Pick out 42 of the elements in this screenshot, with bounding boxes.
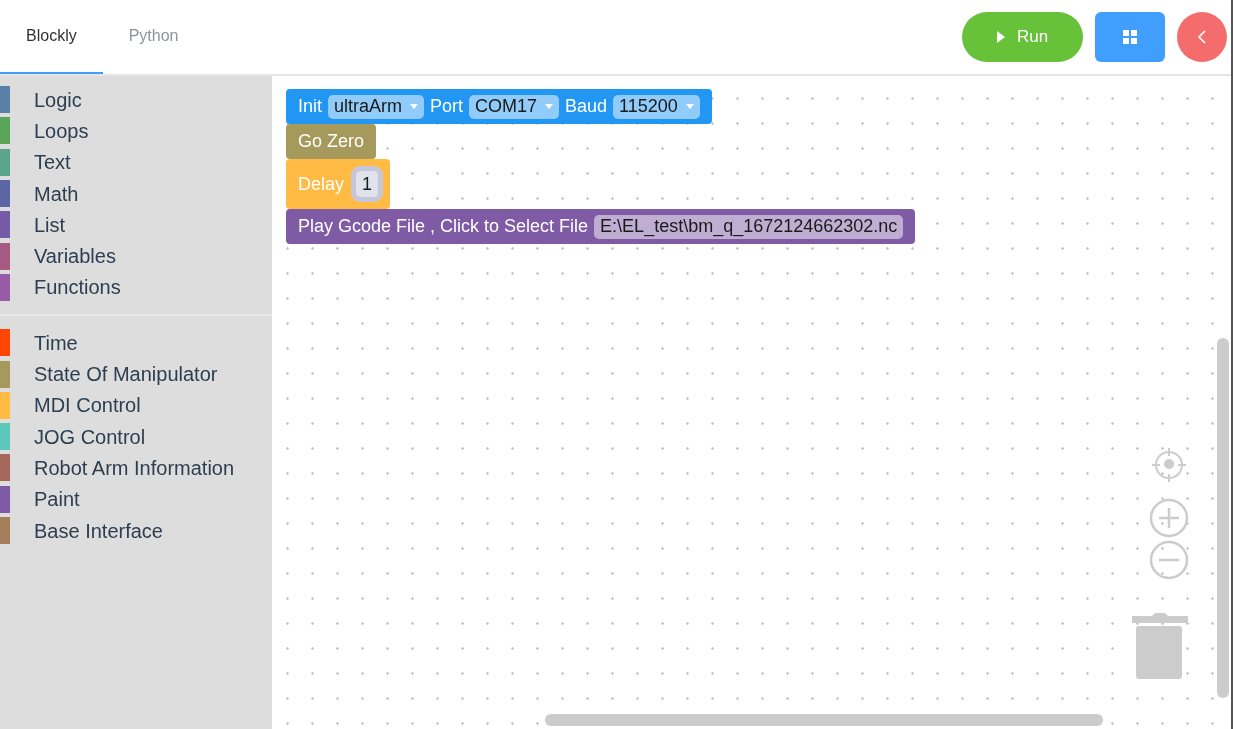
category-item[interactable]: Time (0, 327, 272, 359)
code-block[interactable]: Init ultraArm Port COM17 Baud 115200 (286, 89, 712, 124)
play-icon (996, 31, 1005, 43)
dropdown-arrow-icon (685, 104, 694, 109)
vertical-scrollbar[interactable] (1217, 338, 1229, 698)
block-label: Go Zero (298, 130, 365, 153)
block-label: Baud (565, 95, 608, 118)
category-item[interactable]: Logic (0, 84, 272, 116)
code-block[interactable]: Delay 1 (286, 159, 391, 209)
category-item[interactable]: Robot Arm Information (0, 452, 272, 484)
block-label: Delay (298, 172, 345, 196)
tab[interactable]: Blockly (0, 0, 103, 74)
grid-icon (1123, 30, 1137, 44)
block-label: Port (430, 95, 464, 118)
zoom-in-icon (1149, 498, 1189, 538)
recenter-icon (1151, 447, 1187, 483)
back-button[interactable] (1177, 12, 1227, 62)
trash-icon (1132, 611, 1188, 681)
category-item[interactable]: JOG Control (0, 420, 272, 453)
category-item[interactable]: Functions (0, 271, 272, 304)
chevron-left-icon (1198, 30, 1206, 44)
category-item[interactable]: Math (0, 177, 272, 210)
file-path-field[interactable]: E:\EL_test\bm_q_1672124662302.nc (594, 214, 904, 239)
code-block[interactable]: Play Gcode File , Click to Select File E:\EL_test\bm_q_1672124662302.nc (286, 209, 916, 244)
zoom-out-icon (1149, 540, 1189, 580)
block-dropdown[interactable]: 115200 (613, 94, 700, 119)
category-item[interactable]: Paint (0, 483, 272, 515)
block-label: Init (298, 95, 322, 118)
category-item[interactable]: State Of Manipulator (0, 358, 272, 390)
category-item[interactable]: Variables (0, 240, 272, 272)
block-dropdown[interactable]: ultraArm (328, 94, 425, 119)
category-item[interactable]: Loops (0, 115, 272, 147)
block-dropdown[interactable]: COM17 (469, 94, 560, 119)
category-item[interactable]: List (0, 209, 272, 241)
horizontal-scrollbar[interactable] (545, 714, 1103, 726)
category-item[interactable]: Base Interface (0, 514, 272, 547)
category-item[interactable]: MDI Control (0, 389, 272, 421)
grid-button[interactable] (1095, 12, 1165, 62)
dropdown-arrow-icon (410, 104, 419, 109)
category-item[interactable]: Text (0, 146, 272, 178)
block-label: Play Gcode File , Click to Select File (298, 215, 589, 238)
dropdown-arrow-icon (545, 104, 554, 109)
